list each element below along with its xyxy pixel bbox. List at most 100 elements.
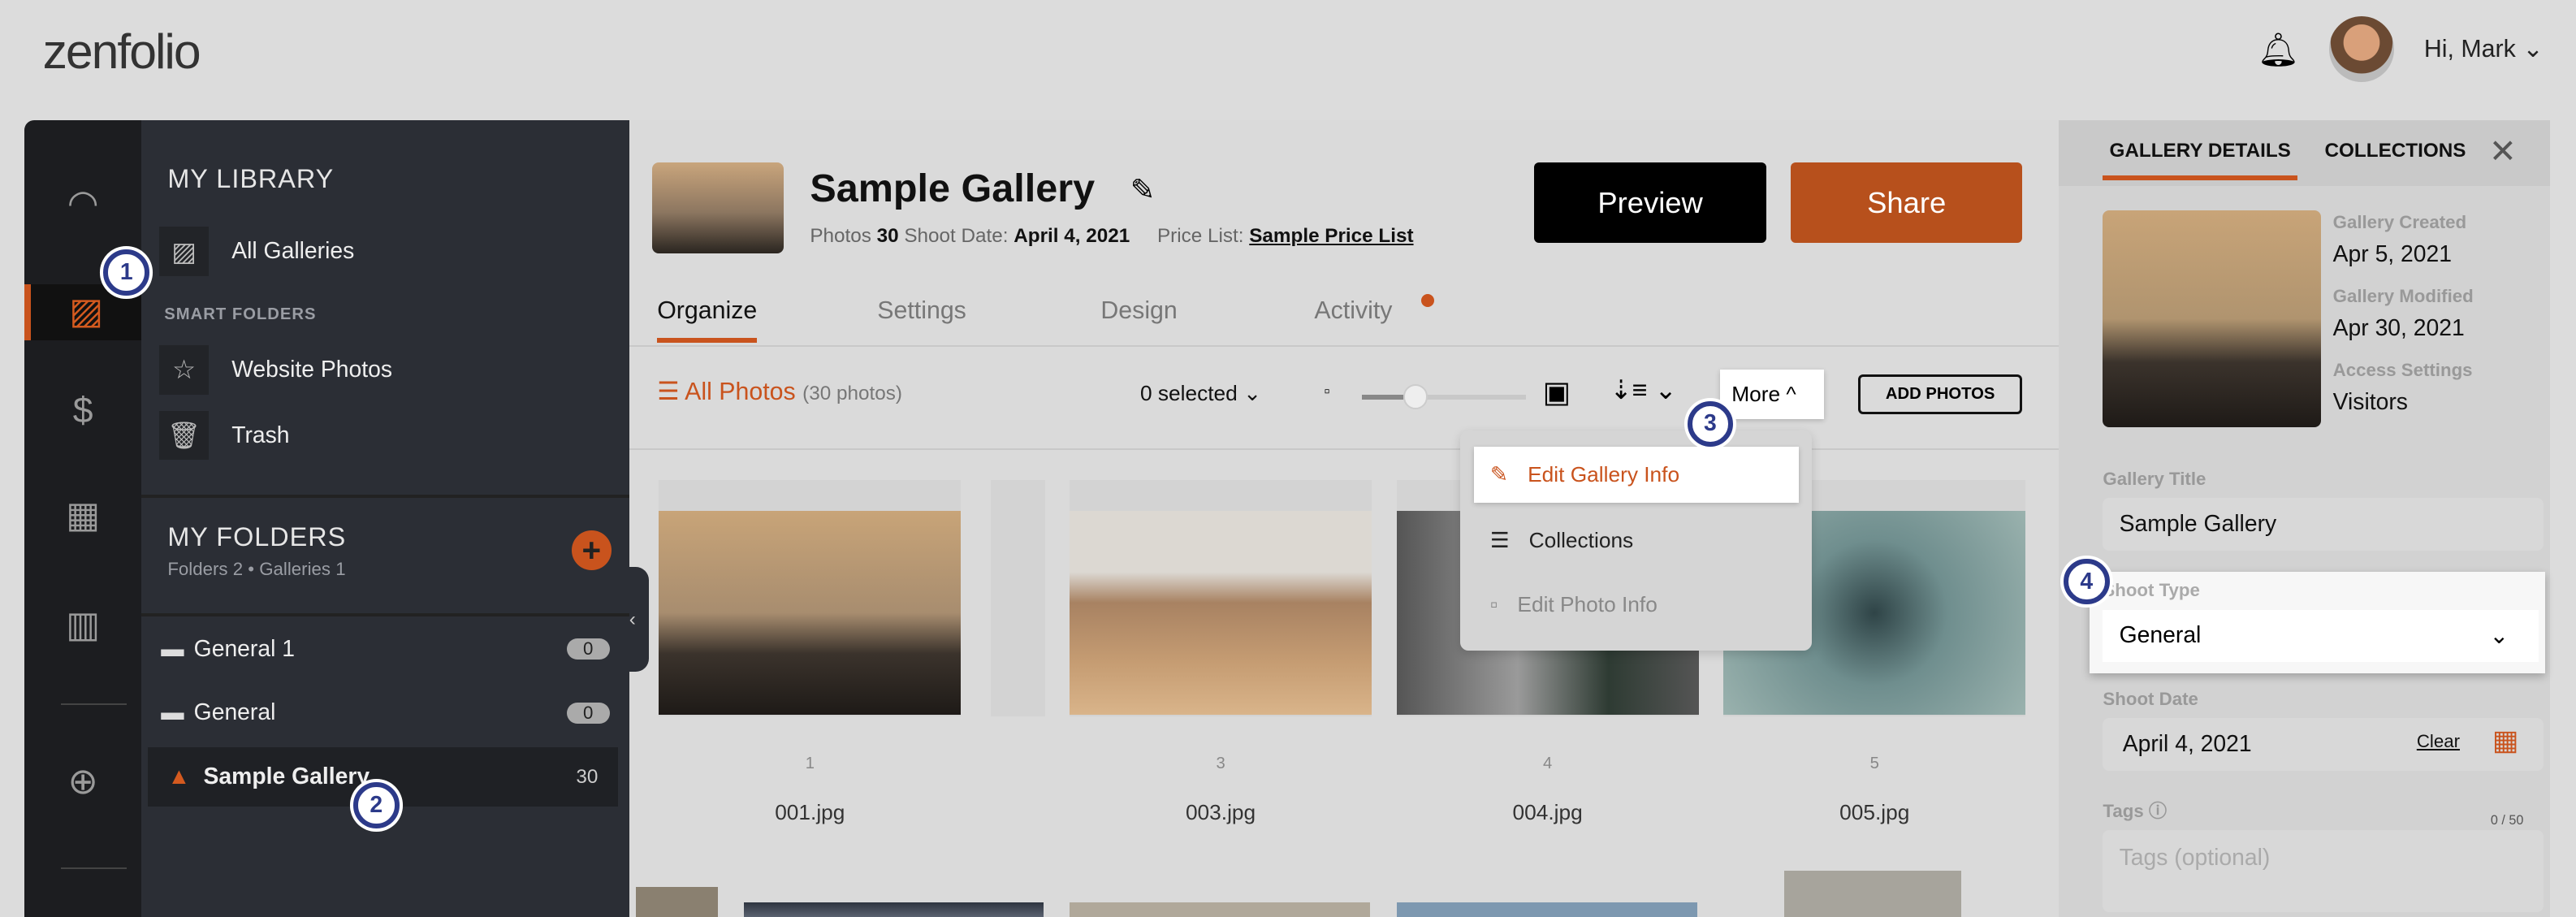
my-folders-title: MY FOLDERS	[167, 522, 347, 552]
photo-card[interactable]	[635, 887, 719, 917]
dashboard-icon[interactable]: ◠	[24, 183, 141, 224]
photo-card[interactable]	[1396, 902, 1697, 917]
photos-label: Photos	[810, 225, 871, 248]
photo-card[interactable]	[1783, 871, 1962, 917]
all-photos-link[interactable]: ☰ All Photos (30 photos)	[657, 378, 902, 406]
stats-icon[interactable]: ▥	[24, 604, 141, 646]
photo-card[interactable]	[1069, 479, 1372, 716]
tab-settings[interactable]: Settings	[877, 297, 966, 325]
menu-label: Edit Photo Info	[1517, 591, 1658, 616]
add-folder-button[interactable]: +	[571, 530, 612, 570]
preview-button[interactable]: Preview	[1534, 162, 1766, 244]
more-dropdown[interactable]: More ^	[1720, 370, 1824, 419]
website-photos-item[interactable]: ☆ Website Photos	[159, 344, 392, 395]
menu-edit-gallery-info[interactable]: ✎ Edit Gallery Info	[1473, 447, 1800, 504]
chevron-down-icon: ⌄	[2489, 622, 2509, 649]
all-photos-label: All Photos	[685, 378, 796, 406]
trash-item[interactable]: 🗑︎ Trash	[159, 410, 290, 461]
collapse-panel-button[interactable]: ‹	[629, 566, 650, 673]
collections-icon: ☰	[657, 378, 680, 406]
website-photos-label: Website Photos	[231, 356, 392, 383]
calendar-icon[interactable]: ▦	[2492, 725, 2518, 757]
clear-date-link[interactable]: Clear	[2417, 731, 2460, 752]
divider	[629, 344, 2059, 347]
tags-label-text: Tags	[2103, 801, 2144, 822]
photo-filename: 005.jpg	[1839, 800, 1910, 825]
shoot-type-value: General	[2119, 622, 2202, 649]
divider	[140, 494, 629, 498]
shoot-type-label: Shoot Type	[2103, 580, 2200, 601]
gallery-thumbnail	[652, 162, 784, 253]
zenfolio-logo[interactable]: zenfolio	[43, 23, 201, 80]
edit-pencil-icon[interactable]: ✎	[1130, 172, 1156, 207]
photo-thumbnail	[1069, 511, 1372, 715]
shoot-date-input[interactable]: April 4, 2021	[2103, 718, 2544, 771]
menu-collections[interactable]: ☰ Collections	[1474, 513, 1800, 569]
step-marker: 4	[2063, 558, 2110, 605]
folder-name: General 1	[193, 635, 296, 662]
thumb-size-slider[interactable]	[1362, 384, 1527, 409]
slider-fill	[1362, 394, 1403, 400]
tags-input[interactable]: Tags (optional)	[2103, 829, 2544, 912]
photo-card[interactable]	[659, 479, 962, 716]
gallery-title: Sample Gallery	[810, 167, 1096, 211]
photo-thumbnail	[659, 511, 962, 715]
all-galleries-item[interactable]: ▨ All Galleries	[159, 227, 354, 276]
gallery-cover-image	[2103, 210, 2322, 427]
tab-activity[interactable]: Activity	[1314, 297, 1392, 325]
rail-divider	[60, 867, 127, 870]
sort-icon[interactable]: ⇣≡ ⌄	[1610, 374, 1677, 405]
slider-handle[interactable]	[1403, 384, 1428, 409]
price-list-link[interactable]: Sample Price List	[1249, 225, 1413, 247]
photo-filename: 004.jpg	[1512, 800, 1583, 825]
close-icon[interactable]: ✕	[2489, 132, 2517, 171]
modified-label: Gallery Modified	[2332, 285, 2474, 306]
menu-label: Collections	[1528, 528, 1634, 553]
gallery-details-panel: GALLERY DETAILS COLLECTIONS ✕ Gallery Cr…	[2058, 119, 2550, 917]
gallery-title-input[interactable]: Sample Gallery	[2103, 497, 2544, 551]
step-marker: 2	[352, 781, 400, 828]
share-button[interactable]: Share	[1791, 162, 2023, 244]
gallery-title-label: Gallery Title	[2103, 468, 2206, 489]
app: zenfolio 🔔︎ Hi, Mark ⌄ ◠ ▨ $ ▦ ▥ ⊕ MY LI…	[0, 0, 2576, 917]
all-galleries-label: All Galleries	[231, 238, 355, 264]
calendar-icon[interactable]: ▦	[24, 495, 141, 536]
gallery-main: Sample Gallery ✎ Photos 30 Shoot Date: A…	[629, 119, 2059, 917]
shoot-type-select[interactable]: General ⌄	[2103, 609, 2539, 663]
photo-filename: 001.jpg	[775, 800, 845, 825]
tab-collections[interactable]: COLLECTIONS	[2325, 140, 2466, 162]
step-marker: 1	[103, 249, 150, 296]
collections-icon: ☰	[1489, 528, 1510, 553]
folder-item[interactable]: ▬ General 1 0	[141, 618, 629, 681]
avatar[interactable]	[2328, 16, 2395, 83]
folders-summary: Folders 2 • Galleries 1	[167, 558, 346, 579]
trash-icon: 🗑︎	[159, 410, 209, 461]
shoot-date-value: April 4, 2021	[1014, 225, 1130, 248]
photo-card[interactable]	[990, 479, 1045, 716]
photo-card[interactable]	[744, 902, 1044, 917]
pencil-icon: ✎	[1489, 462, 1508, 487]
smart-folders-label: SMART FOLDERS	[164, 305, 317, 324]
menu-edit-photo-info[interactable]: ▫ Edit Photo Info	[1474, 577, 1800, 633]
gallery-count: 30	[576, 765, 599, 788]
divider	[140, 612, 629, 616]
photo-card[interactable]	[1069, 902, 1371, 917]
dollar-icon[interactable]: $	[24, 391, 141, 431]
shoot-date-value: April 4, 2021	[2122, 730, 2252, 757]
selected-dropdown[interactable]: 0 selected ⌄	[1140, 381, 1261, 406]
tab-design[interactable]: Design	[1100, 297, 1177, 325]
access-value: Visitors	[2332, 389, 2408, 416]
activity-dot	[1420, 294, 1435, 308]
gallery-icon: ▲	[167, 763, 191, 790]
user-menu[interactable]: Hi, Mark ⌄	[2424, 35, 2544, 63]
tab-gallery-details[interactable]: GALLERY DETAILS	[2103, 140, 2297, 181]
trash-label: Trash	[231, 422, 290, 448]
tab-organize[interactable]: Organize	[657, 297, 758, 344]
greeting: Hi, Mark	[2423, 36, 2516, 63]
help-icon[interactable]: ⓘ	[2149, 801, 2167, 821]
website-edit-icon[interactable]: ⊕	[24, 761, 141, 802]
folder-item[interactable]: ▬ General 0	[141, 682, 629, 745]
image-icon: ▫	[1489, 591, 1498, 616]
bell-icon[interactable]: 🔔︎	[2258, 30, 2299, 69]
add-photos-button[interactable]: ADD PHOTOS	[1858, 374, 2023, 414]
